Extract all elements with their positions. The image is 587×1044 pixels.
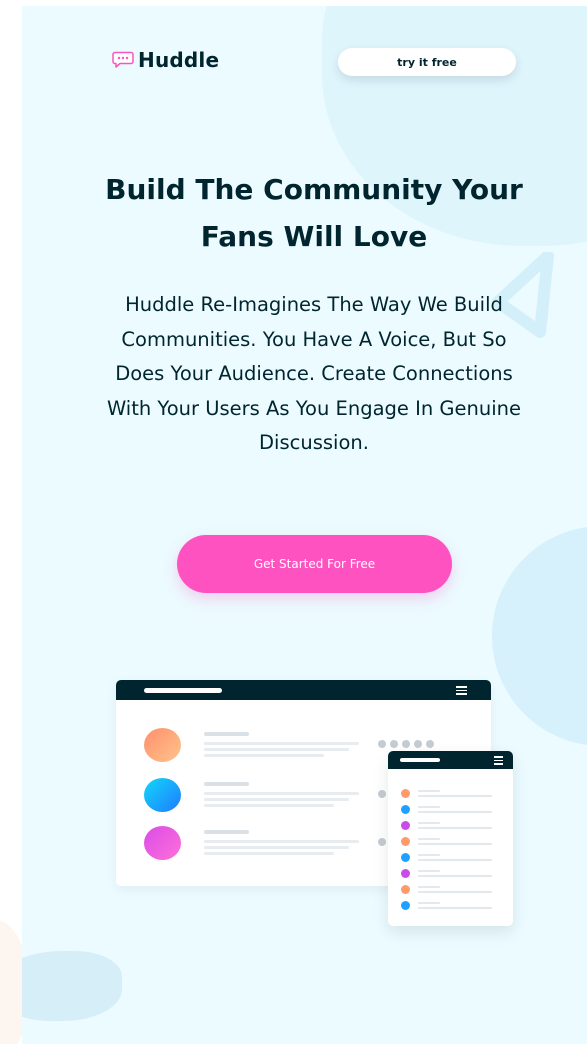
status-dot xyxy=(390,740,398,748)
status-dot xyxy=(378,740,386,748)
placeholder-line xyxy=(418,902,440,904)
logo-text: Huddle xyxy=(138,48,220,72)
decorative-blob xyxy=(492,526,587,746)
placeholder-line xyxy=(204,840,359,843)
placeholder-line xyxy=(418,907,492,909)
mockup-bar-line xyxy=(400,758,440,762)
mockup-titlebar xyxy=(388,751,513,769)
placeholder-line xyxy=(204,830,249,834)
placeholder-line xyxy=(204,792,359,795)
status-dot xyxy=(402,740,410,748)
status-dot xyxy=(414,740,422,748)
placeholder-line xyxy=(418,827,492,829)
placeholder-line xyxy=(204,748,349,751)
placeholder-line xyxy=(204,846,349,849)
placeholder-line xyxy=(418,886,440,888)
placeholder-line xyxy=(418,822,440,824)
placeholder-line xyxy=(418,875,492,877)
hero-headline: Build The Community Your Fans Will Love xyxy=(105,173,523,253)
hamburger-menu-icon xyxy=(494,756,503,767)
chat-bubble-icon xyxy=(112,51,134,69)
placeholder-line xyxy=(418,859,492,861)
avatar-dot xyxy=(401,901,410,910)
placeholder-line xyxy=(418,790,440,792)
mockup-titlebar xyxy=(116,680,491,700)
avatar-dot xyxy=(401,805,410,814)
placeholder-line xyxy=(204,754,324,757)
decorative-blob xyxy=(22,951,122,1021)
avatar-dot xyxy=(401,885,410,894)
avatar xyxy=(144,826,181,860)
placeholder-line xyxy=(204,798,349,801)
avatar-dot xyxy=(401,821,410,830)
logo[interactable]: Huddle xyxy=(112,48,219,72)
hero-section: Huddle try it free Build The Community Y… xyxy=(22,6,587,1044)
placeholder-line xyxy=(204,782,249,786)
placeholder-line xyxy=(418,838,440,840)
placeholder-line xyxy=(204,732,249,736)
status-dot xyxy=(426,740,434,748)
avatar-dot xyxy=(401,837,410,846)
avatar xyxy=(144,728,181,762)
placeholder-line xyxy=(418,843,492,845)
get-started-button[interactable]: Get Started For Free xyxy=(177,535,452,593)
page: Huddle try it free Build The Community Y… xyxy=(0,0,587,1044)
placeholder-line xyxy=(418,891,492,893)
try-it-free-button[interactable]: try it free xyxy=(338,48,516,76)
avatar xyxy=(144,778,181,812)
mockup-bar-line xyxy=(144,688,222,693)
placeholder-line xyxy=(418,870,440,872)
mockup-side-panel xyxy=(388,751,513,926)
placeholder-line xyxy=(204,742,359,745)
avatar-dot xyxy=(401,789,410,798)
placeholder-line xyxy=(418,854,440,856)
placeholder-line xyxy=(204,804,334,807)
status-dot xyxy=(378,790,386,798)
placeholder-line xyxy=(204,852,334,855)
status-dot xyxy=(378,838,386,846)
hamburger-menu-icon xyxy=(456,686,467,697)
placeholder-line xyxy=(418,795,492,797)
hero-description: Huddle Re-Imagines The Way We Build Comm… xyxy=(106,293,522,454)
avatar-dot xyxy=(401,853,410,862)
placeholder-line xyxy=(418,811,492,813)
placeholder-line xyxy=(418,806,440,808)
avatar-dot xyxy=(401,869,410,878)
